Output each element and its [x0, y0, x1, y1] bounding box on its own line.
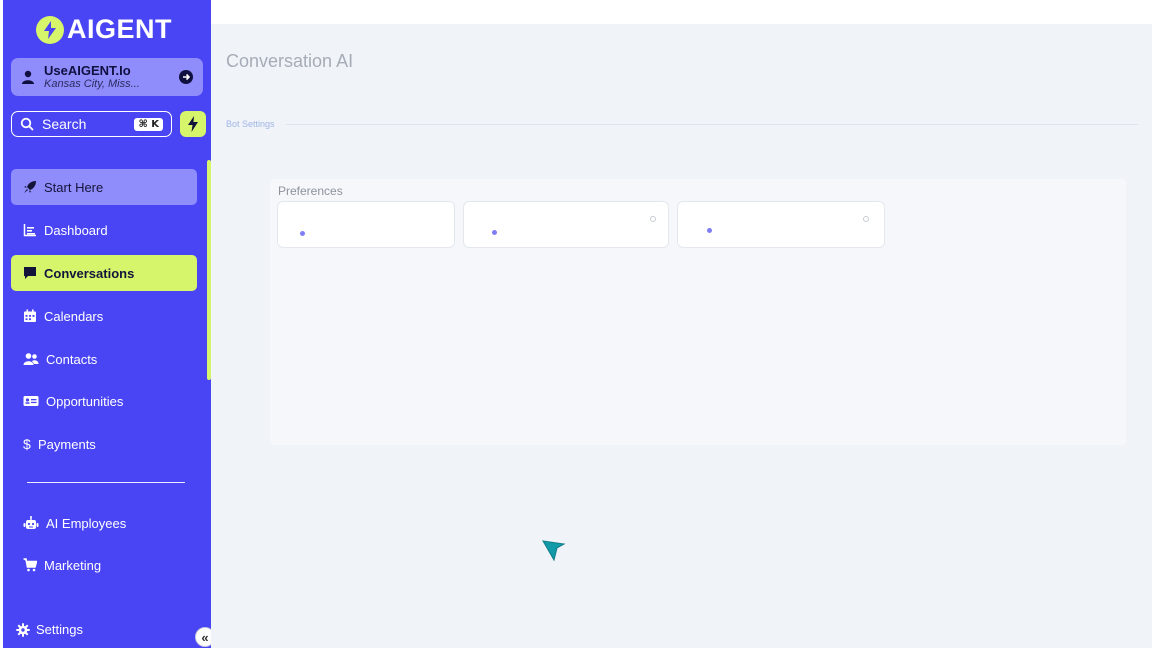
- sidebar-item-label: Dashboard: [44, 222, 108, 238]
- account-name: UseAIGENT.Io: [44, 64, 131, 78]
- main-content: Conversation AI Bot Settings Preferences: [211, 24, 1152, 648]
- chart-icon: [23, 224, 36, 237]
- sidebar-item-start-here[interactable]: Start Here: [11, 169, 197, 205]
- arrow-circle-right-icon: [179, 70, 193, 84]
- sidebar: AIGENT UseAIGENT.Io Kansas City, Miss...…: [3, 0, 211, 648]
- sidebar-item-payments[interactable]: $ Payments: [11, 426, 197, 462]
- sidebar-item-settings[interactable]: Settings: [16, 622, 83, 637]
- preferences-panel: Preferences: [270, 179, 1126, 445]
- sidebar-item-label: Marketing: [44, 557, 102, 573]
- sidebar-item-dashboard[interactable]: Dashboard: [11, 212, 197, 248]
- preferences-title: Preferences: [278, 184, 343, 198]
- brand-name: AIGENT: [67, 14, 173, 44]
- rocket-icon: [24, 181, 36, 193]
- bolt-logo-icon: [36, 15, 64, 44]
- radio-button[interactable]: [863, 216, 869, 222]
- account-switcher[interactable]: UseAIGENT.Io Kansas City, Miss...: [11, 58, 203, 96]
- gear-icon: [16, 622, 30, 637]
- bolt-icon: [188, 116, 198, 132]
- account-location: Kansas City, Miss...: [44, 78, 140, 90]
- id-card-icon: [23, 396, 39, 406]
- dollar-icon: $: [23, 436, 31, 452]
- sidebar-item-opportunities[interactable]: Opportunities: [11, 383, 197, 419]
- sidebar-item-label: Contacts: [46, 351, 98, 367]
- preference-card[interactable]: [677, 201, 885, 248]
- loading-dot-icon: [300, 231, 305, 236]
- search-shortcut: ⌘ K: [134, 117, 163, 131]
- account-text: UseAIGENT.Io Kansas City, Miss...: [44, 64, 179, 90]
- loading-dot-icon: [492, 230, 497, 235]
- cart-icon: [23, 558, 37, 572]
- loading-dot-icon: [707, 228, 712, 233]
- chat-icon: [24, 267, 36, 279]
- contacts-icon: [23, 353, 39, 365]
- search-button[interactable]: Search ⌘ K: [11, 111, 172, 137]
- robot-icon: [23, 516, 39, 529]
- app-window: AIGENT UseAIGENT.Io Kansas City, Miss...…: [0, 0, 1152, 648]
- search-icon: [20, 117, 34, 131]
- tab-bot-settings[interactable]: Bot Settings: [226, 119, 275, 129]
- sidebar-item-conversations[interactable]: Conversations: [11, 255, 197, 291]
- brand-logo[interactable]: AIGENT: [36, 14, 172, 45]
- quick-action-button[interactable]: [180, 111, 206, 137]
- mouse-cursor-icon: [542, 540, 566, 562]
- sidebar-item-calendars[interactable]: Calendars: [11, 298, 197, 334]
- top-bar: [211, 0, 1152, 24]
- sidebar-item-label: Conversations: [44, 265, 135, 281]
- preference-card[interactable]: [277, 201, 455, 248]
- preference-card[interactable]: [463, 201, 669, 248]
- sidebar-divider: [27, 482, 185, 483]
- settings-tabs: Bot Settings: [226, 119, 1138, 131]
- calendar-icon: [24, 309, 36, 322]
- double-chevron-left-icon: «: [201, 629, 209, 645]
- sidebar-item-label: Opportunities: [46, 393, 124, 409]
- sidebar-item-marketing[interactable]: Marketing: [11, 547, 197, 583]
- sidebar-item-label: AI Employees: [46, 515, 127, 531]
- settings-label: Settings: [36, 622, 83, 637]
- search-label: Search: [42, 116, 87, 132]
- radio-button[interactable]: [650, 216, 656, 222]
- sidebar-item-label: Payments: [38, 436, 96, 452]
- sidebar-item-label: Calendars: [44, 308, 104, 324]
- user-icon: [22, 70, 34, 84]
- sidebar-item-contacts[interactable]: Contacts: [11, 341, 197, 377]
- page-title: Conversation AI: [226, 51, 354, 71]
- sidebar-item-ai-employees[interactable]: AI Employees: [11, 505, 197, 541]
- tab-underline: [286, 124, 1138, 125]
- sidebar-item-label: Start Here: [44, 179, 104, 195]
